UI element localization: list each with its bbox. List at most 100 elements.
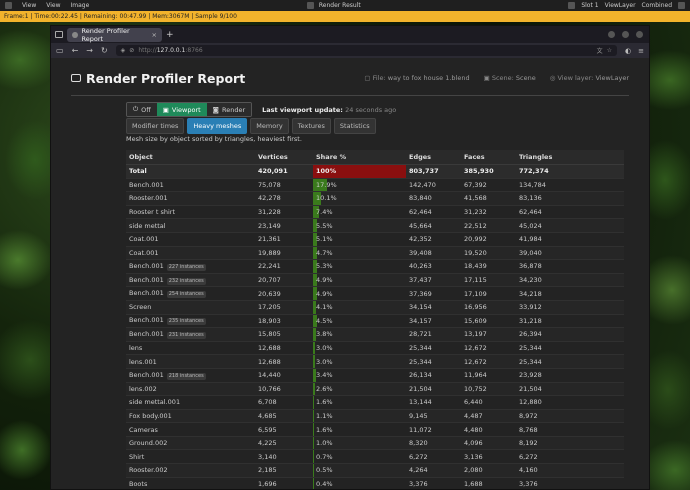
share-cell: 5.1% [313,232,406,247]
edges-cell: 62,464 [406,205,461,220]
object-name: lens [129,344,143,353]
total-row: Total 420,091 100% 803,737 385,930 772,3… [126,164,624,179]
url-bar[interactable]: ◈ ⊘ http://127.0.0.1:8766 文 ☆ [115,45,618,56]
tab-statistics[interactable]: Statistics [333,118,376,134]
minimize-icon[interactable] [608,31,615,38]
table-row: side mettal 23,149 5.5% 45,664 22,512 45,024 [126,218,624,233]
last-update-value: 24 seconds ago [345,105,397,114]
render-result-name[interactable]: Render Result [319,2,361,9]
maximize-icon[interactable] [622,31,629,38]
tab-heavy-meshes[interactable]: Heavy meshes [187,118,248,134]
object-cell: lens [126,341,255,356]
edges-cell: 13,144 [406,395,461,410]
header-meta: ▢ File: way to fox house 1.blend ▣ Scene… [364,74,629,82]
table-row: Rooster.001 42,278 10.1% 83,840 41,568 83,136 [126,191,624,206]
mode-render-button[interactable]: ◙ Render [206,103,252,116]
tab-title: Render Profiler Report [81,26,130,43]
mode-off-button[interactable]: ⏻ Off [127,103,157,116]
triangles-cell: 3,376 [516,477,624,489]
menu-view[interactable]: View [22,2,36,9]
reload-icon[interactable]: ↻ [101,46,108,55]
col-faces[interactable]: Faces [461,150,516,165]
menu-image[interactable]: Image [71,2,90,9]
share-cell: 4.9% [313,286,406,301]
bookmark-star-icon[interactable]: ☆ [607,47,612,54]
editor-type-icon[interactable] [5,2,12,9]
forward-icon[interactable]: → [86,46,93,55]
object-cell: Fox body.001 [126,409,255,424]
tab-memory[interactable]: Memory [250,118,289,134]
edges-cell: 25,344 [406,354,461,369]
menu-view-2[interactable]: View [46,2,60,9]
share-value: 5.5% [316,221,333,230]
close-window-icon[interactable] [636,31,643,38]
close-tab-icon[interactable]: × [152,31,157,39]
menu-icon[interactable]: ≡ [638,47,644,55]
file-label: File: [372,74,386,82]
url-scheme: http:// [138,47,157,54]
report-tabs: Modifier times Heavy meshes Memory Textu… [126,118,376,134]
triangles-cell: 41,984 [516,232,624,247]
vertices-cell: 14,440 [255,368,313,383]
tab-textures[interactable]: Textures [291,118,331,134]
back-icon[interactable]: ← [72,46,79,55]
new-tab-button[interactable]: + [166,30,174,40]
viewlayer-label: View layer: [557,74,594,82]
faces-cell: 67,392 [461,178,516,193]
table-row: Bench.001 235 instances 18,903 4.5% 34,157 15… [126,314,624,329]
mesh-table: Object Vertices Share % Edges Faces Tria… [126,150,624,489]
edges-cell: 28,721 [406,327,461,342]
object-cell: Boots [126,477,255,489]
slot-select[interactable]: Slot 1 [581,2,598,9]
object-name: Rooster t shirt [129,208,175,217]
sidebar-icon[interactable]: ▭ [56,46,64,55]
faces-cell: 1,688 [461,477,516,489]
tab-modifier-times[interactable]: Modifier times [126,118,185,134]
col-share[interactable]: Share % [313,150,406,165]
object-name: lens.002 [129,384,157,393]
share-value: 3.8% [316,330,333,339]
vertices-cell: 10,766 [255,382,313,397]
total-name: Total [126,164,255,179]
pass-select[interactable]: Combined [642,2,672,9]
object-name: Rooster.002 [129,466,168,475]
col-triangles[interactable]: Triangles [516,150,624,165]
url-port: :8766 [185,47,203,54]
object-cell: Rooster t shirt [126,205,255,220]
share-value: 10.1% [316,194,337,203]
instances-badge: 218 instances [166,372,206,380]
edges-cell: 8,320 [406,436,461,451]
extensions-icon[interactable]: ◐ [625,47,631,55]
vertices-cell: 3,140 [255,449,313,465]
last-update-label: Last viewport update: [262,105,343,114]
object-name: side mettal [129,221,166,230]
edges-cell: 21,504 [406,382,461,397]
browser-tab[interactable]: Render Profiler Report × [67,26,162,43]
translate-icon[interactable]: 文 [597,46,603,55]
edges-cell: 142,470 [406,178,461,193]
viewlayer-value: ViewLayer [595,74,629,82]
scene-icon: ▣ [483,74,492,82]
vertices-cell: 1,696 [255,477,313,489]
display-icon[interactable] [678,2,686,9]
share-value: 0.5% [316,466,333,475]
faces-cell: 31,232 [461,205,516,220]
object-name: Cameras [129,425,158,434]
share-cell: 4.5% [313,314,406,329]
instances-badge: 254 instances [166,291,206,299]
tab-list-icon[interactable] [55,31,63,38]
vertices-cell: 12,688 [255,341,313,356]
mode-controls: ⏻ Off ▣ Viewport ◙ Render Last viewport upd… [126,102,396,117]
pin-icon[interactable] [568,2,576,9]
object-cell: Bench.001 218 instances [126,368,255,383]
vertices-cell: 15,805 [255,327,313,342]
faces-cell: 10,752 [461,382,516,397]
mode-viewport-button[interactable]: ▣ Viewport [156,103,207,116]
col-edges[interactable]: Edges [406,150,461,165]
viewlayer-select[interactable]: ViewLayer [605,2,636,9]
col-object[interactable]: Object [126,150,255,165]
image-icon [306,2,314,9]
share-value: 3.0% [316,344,333,353]
object-name: Boots [129,479,148,488]
col-vertices[interactable]: Vertices [255,150,313,165]
